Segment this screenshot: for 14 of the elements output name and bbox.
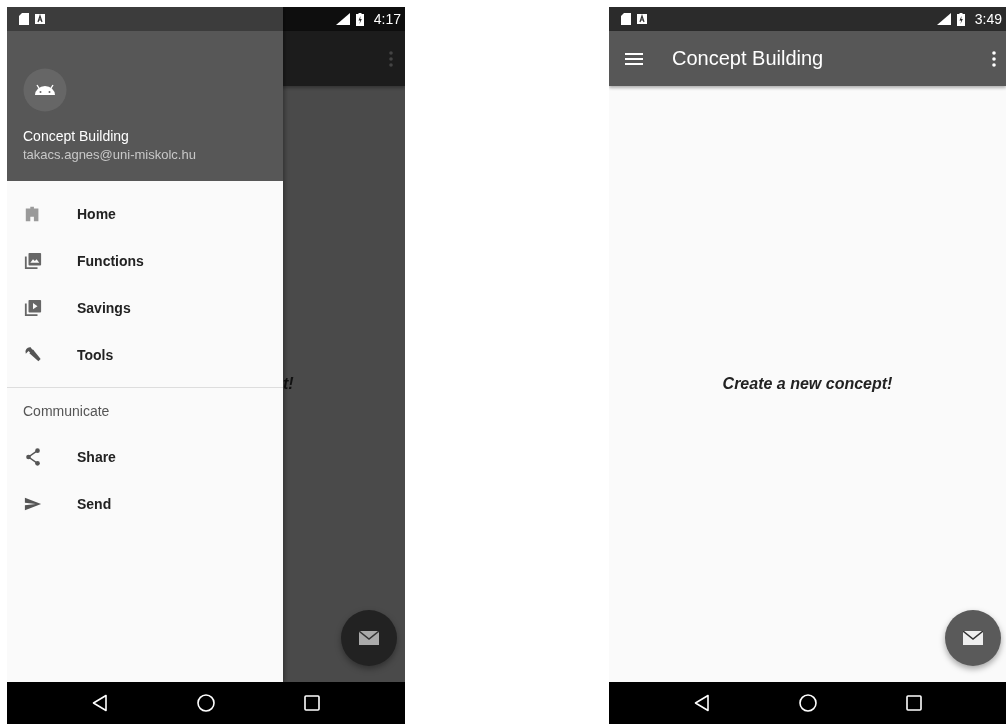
- drawer-item[interactable]: Home: [7, 190, 283, 237]
- cut-off-text: t!: [283, 375, 294, 393]
- drawer-item[interactable]: Share: [7, 433, 283, 480]
- empty-state-message: Create a new concept!: [722, 375, 893, 393]
- account-email: takacs.agnes@uni-miskolc.hu: [23, 146, 196, 164]
- app-name: Concept Building: [23, 127, 129, 146]
- status-time: 4:17: [373, 11, 401, 27]
- app-title: Concept Building: [672, 47, 824, 70]
- drawer-item[interactable]: Send: [7, 480, 283, 527]
- drawer-item[interactable]: Savings: [7, 284, 283, 331]
- drawer-item[interactable]: Tools: [7, 331, 283, 378]
- status-time: 3:49: [974, 11, 1002, 27]
- drawer-item[interactable]: Functions: [7, 237, 283, 284]
- section-heading: Communicate: [22, 402, 111, 421]
